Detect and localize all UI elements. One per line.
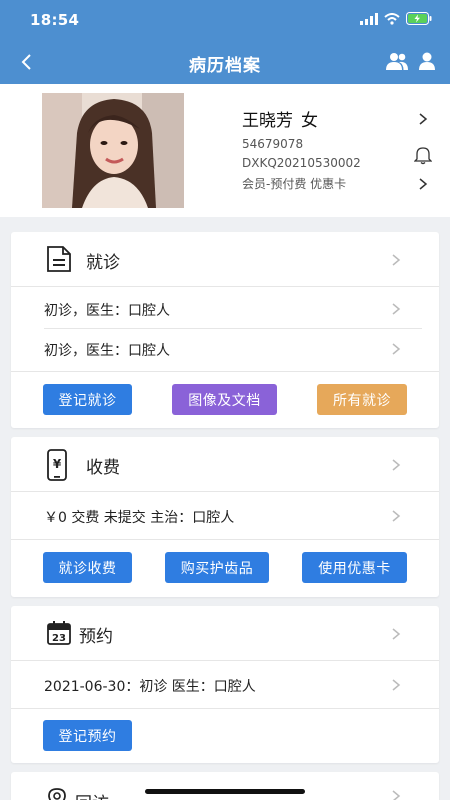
- followup-header[interactable]: 回访: [11, 772, 439, 800]
- user-icon[interactable]: [418, 51, 436, 71]
- fees-title: 收费: [86, 458, 120, 478]
- patient-phone: 54679078: [242, 137, 304, 151]
- chevron-right-icon: [392, 790, 401, 800]
- visit-charge-button[interactable]: 就诊收费: [43, 552, 132, 583]
- chevron-right-icon: [419, 113, 428, 125]
- patient-profile: 王晓芳女 54679078 DXKQ20210530002 会员-预付费 优惠卡: [0, 84, 450, 217]
- fees-header[interactable]: ¥ 收费: [11, 437, 439, 492]
- appointments-card: 23 预约 2021-06-30：初诊 医生：口腔人 登记预约: [11, 606, 439, 763]
- followup-card: 回访: [11, 772, 439, 800]
- appointment-row[interactable]: 2021-06-30：初诊 医生：口腔人: [11, 664, 439, 704]
- patient-name: 王晓芳: [242, 111, 293, 131]
- fees-card: ¥ 收费 ￥0 交费 未提交 主治：口腔人 就诊收费 购买护齿品 使用优惠卡: [11, 437, 439, 597]
- chevron-right-icon: [392, 679, 401, 691]
- section-divider: [11, 539, 439, 540]
- followup-title: 回访: [75, 789, 109, 800]
- calendar-day: 23: [52, 633, 66, 644]
- fee-row[interactable]: ￥0 交费 未提交 主治：口腔人: [11, 495, 439, 535]
- signal-icon: [360, 12, 378, 25]
- nav-bar: 病历档案: [0, 42, 450, 82]
- status-time: 18:54: [30, 11, 80, 29]
- chevron-right-icon: [392, 343, 401, 355]
- register-appointment-button[interactable]: 登记预约: [43, 720, 132, 751]
- visits-title: 就诊: [86, 253, 120, 273]
- appointments-header[interactable]: 23 预约: [11, 606, 439, 661]
- register-visit-button[interactable]: 登记就诊: [43, 384, 132, 415]
- images-documents-button[interactable]: 图像及文档: [172, 384, 277, 415]
- patient-photo: [42, 93, 184, 208]
- visit-row[interactable]: 初诊，医生：口腔人: [11, 288, 439, 328]
- section-divider: [11, 371, 439, 372]
- app-header: 18:54 病历档案: [0, 0, 450, 84]
- chevron-right-icon: [392, 459, 401, 471]
- chevron-right-icon: [392, 303, 401, 315]
- patient-gender: 女: [301, 111, 318, 131]
- use-coupon-button[interactable]: 使用优惠卡: [302, 552, 407, 583]
- page-title: 病历档案: [189, 56, 261, 76]
- nav-actions: [385, 51, 436, 71]
- chevron-right-icon: [392, 510, 401, 522]
- chevron-right-icon: [392, 628, 401, 640]
- membership-arrow[interactable]: [418, 176, 430, 190]
- battery-charging-icon: [406, 12, 432, 25]
- patient-name-line: 王晓芳女: [242, 106, 318, 131]
- phone-yen-icon: ¥: [47, 449, 67, 481]
- visits-card: 就诊 初诊，医生：口腔人 初诊，医生：口腔人 登记就诊 图像及文档 所有就诊: [11, 232, 439, 428]
- wifi-icon: [384, 12, 400, 25]
- visit-row[interactable]: 初诊，医生：口腔人: [11, 328, 439, 368]
- status-icons: [360, 12, 432, 25]
- patient-membership: 会员-预付费 优惠卡: [242, 177, 347, 191]
- appointments-title: 预约: [79, 627, 113, 647]
- section-divider: [11, 708, 439, 709]
- bell-icon[interactable]: [414, 145, 432, 165]
- svg-text:¥: ¥: [53, 457, 62, 471]
- patient-record-no: DXKQ20210530002: [242, 156, 361, 170]
- buy-dental-products-button[interactable]: 购买护齿品: [165, 552, 269, 583]
- fee-row-text: ￥0 交费 未提交 主治：口腔人: [44, 510, 235, 526]
- status-bar: 18:54: [0, 0, 450, 40]
- home-indicator[interactable]: [145, 789, 305, 794]
- visit-row-text: 初诊，医生：口腔人: [44, 343, 170, 359]
- document-icon: [47, 246, 71, 272]
- appointment-row-text: 2021-06-30：初诊 医生：口腔人: [44, 679, 256, 695]
- group-icon[interactable]: [385, 51, 409, 71]
- chevron-right-icon: [419, 178, 428, 190]
- all-visits-button[interactable]: 所有就诊: [317, 384, 407, 415]
- visits-header[interactable]: 就诊: [11, 232, 439, 287]
- location-icon: [48, 788, 66, 800]
- visit-row-text: 初诊，医生：口腔人: [44, 303, 170, 319]
- profile-detail-arrow[interactable]: [418, 111, 430, 125]
- chevron-right-icon: [392, 254, 401, 266]
- calendar-icon: 23: [47, 621, 71, 645]
